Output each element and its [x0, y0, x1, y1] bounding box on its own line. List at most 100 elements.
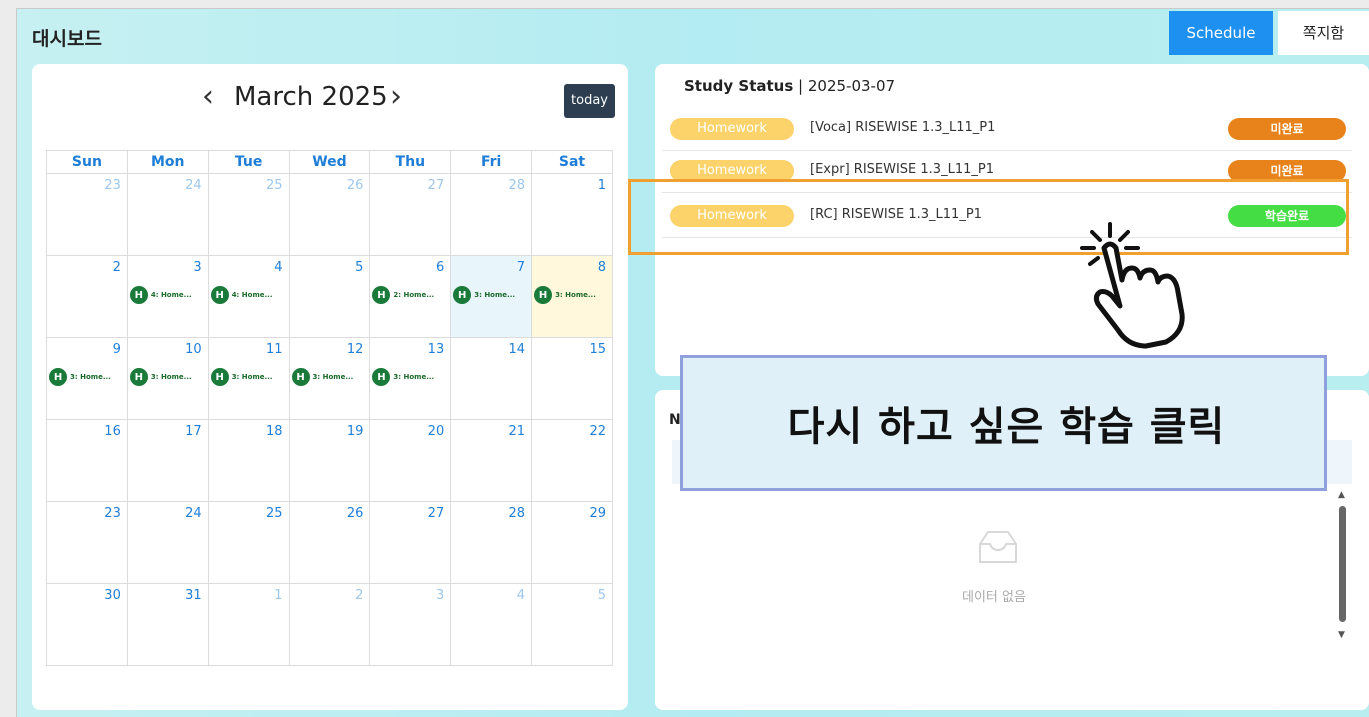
weekday-header: Sat	[531, 150, 613, 174]
day-number: 30	[104, 588, 121, 603]
calendar-day-cell[interactable]: 18	[207, 419, 290, 502]
day-number: 2	[355, 588, 364, 603]
scroll-up-arrow[interactable]: ▲	[1338, 490, 1345, 500]
calendar-event[interactable]: H 3: Home...	[534, 286, 596, 304]
calendar-day-cell[interactable]: 27	[369, 501, 452, 584]
calendar-event[interactable]: H 2: Home...	[372, 286, 434, 304]
calendar-event[interactable]: H 3: Home...	[49, 368, 111, 386]
event-label: 3: Home...	[393, 373, 435, 381]
calendar-day-cell[interactable]: 28	[450, 173, 533, 256]
study-status-separator: |	[793, 77, 808, 95]
calendar-event[interactable]: H 4: Home...	[129, 286, 192, 304]
calendar-event[interactable]: H 3: Home...	[210, 368, 273, 386]
day-number: 23	[104, 506, 121, 521]
day-number: 29	[589, 506, 606, 521]
weekday-header: Sun	[46, 150, 128, 174]
calendar-day-cell[interactable]: 7 H 3: Home...	[450, 255, 533, 338]
calendar-day-cell[interactable]: 26	[288, 173, 371, 256]
day-number: 12	[346, 342, 364, 357]
day-number: 28	[508, 506, 526, 521]
calendar-day-cell[interactable]: 10 H 3: Home...	[126, 337, 209, 420]
day-number: 2	[112, 260, 121, 275]
homework-badge-icon: H	[372, 368, 391, 386]
calendar-day-cell[interactable]: 24	[126, 501, 209, 584]
calendar-event[interactable]: H 3: Home...	[453, 286, 515, 304]
scrollbar-thumb[interactable]	[1339, 506, 1346, 622]
calendar-day-cell[interactable]: 28	[450, 501, 533, 584]
calendar-event[interactable]: H 3: Home...	[291, 368, 353, 386]
calendar-day-cell[interactable]: 22	[531, 419, 613, 502]
calendar-day-cell[interactable]: 2	[46, 255, 128, 338]
schedule-button[interactable]: Schedule	[1169, 11, 1273, 55]
calendar-day-cell[interactable]: 5	[531, 583, 613, 666]
calendar-day-cell[interactable]: 23	[46, 501, 128, 584]
weekday-header: Mon	[126, 150, 209, 174]
calendar-day-cell[interactable]: 27	[369, 173, 452, 256]
day-number: 25	[265, 178, 283, 193]
calendar-week-row: 23 24 25 26 27 28 1	[46, 173, 613, 256]
calendar-day-cell[interactable]: 12 H 3: Home...	[288, 337, 371, 420]
calendar-day-cell[interactable]: 3	[369, 583, 452, 666]
calendar-day-cell[interactable]: 4	[450, 583, 533, 666]
day-number: 4	[516, 588, 526, 603]
calendar-week-row: 9 H 3: Home... 10 H 3: Home... 11 H 3: Home... 12…	[46, 337, 613, 420]
calendar-day-cell[interactable]: 20	[369, 419, 452, 502]
calendar-day-cell[interactable]: 24	[126, 173, 209, 256]
day-number: 26	[346, 178, 364, 193]
day-number: 15	[589, 342, 606, 357]
calendar-day-cell[interactable]: 30	[46, 583, 128, 666]
calendar-day-cell[interactable]: 2	[288, 583, 371, 666]
calendar-day-cell[interactable]: 26	[288, 501, 371, 584]
event-label: 3: Home...	[555, 291, 596, 299]
calendar-day-cell[interactable]: 16	[46, 419, 128, 502]
homework-badge-icon: H	[210, 286, 229, 304]
calendar-event[interactable]: H 3: Home...	[129, 368, 192, 386]
calendar-day-cell[interactable]: 6 H 2: Home...	[369, 255, 452, 338]
pointer-hand-icon	[1080, 222, 1185, 349]
event-label: 3: Home...	[231, 373, 273, 381]
calendar-day-cell[interactable]: 1	[207, 583, 290, 666]
empty-text: 데이터 없음	[962, 590, 1026, 605]
calendar-day-cell[interactable]: 9 H 3: Home...	[46, 337, 128, 420]
day-number: 26	[346, 506, 364, 521]
today-button[interactable]: today	[564, 84, 615, 118]
calendar-day-cell[interactable]: 4 H 4: Home...	[207, 255, 290, 338]
calendar-day-cell[interactable]: 25	[207, 173, 290, 256]
message-box-button[interactable]: 쪽지함	[1278, 11, 1369, 55]
day-number: 17	[185, 424, 202, 439]
calendar-day-cell[interactable]: 23	[46, 173, 128, 256]
study-row[interactable]: Homework [Voca] RISEWISE 1.3_L11_P1 미완료	[662, 108, 1352, 151]
calendar-day-cell[interactable]: 31	[126, 583, 209, 666]
calendar-day-cell[interactable]: 19	[288, 419, 371, 502]
next-month-button[interactable]: ›	[390, 82, 402, 112]
day-number: 24	[185, 178, 202, 193]
calendar-day-cell[interactable]: 8 H 3: Home...	[531, 255, 613, 338]
calendar-day-cell[interactable]: 15	[531, 337, 613, 420]
day-number: 6	[435, 260, 445, 275]
calendar-day-cell[interactable]: 14	[450, 337, 533, 420]
study-title: [Voca] RISEWISE 1.3_L11_P1	[810, 120, 996, 135]
event-label: 2: Home...	[393, 291, 435, 299]
day-number: 14	[508, 342, 526, 357]
weekday-header: Wed	[288, 150, 371, 174]
calendar-day-cell[interactable]: 1	[531, 173, 613, 256]
day-number: 11	[265, 342, 283, 357]
calendar-day-cell[interactable]: 5	[288, 255, 371, 338]
calendar-day-cell[interactable]: 25	[207, 501, 290, 584]
calendar-day-cell[interactable]: 3 H 4: Home...	[126, 255, 209, 338]
study-status-date: 2025-03-07	[807, 77, 896, 95]
event-label: 3: Home...	[474, 291, 516, 299]
study-status-label: Study Status	[684, 77, 794, 95]
day-number: 1	[597, 178, 606, 193]
calendar-day-cell[interactable]: 21	[450, 419, 533, 502]
prev-month-button[interactable]: ‹	[202, 82, 214, 112]
calendar-event[interactable]: H 4: Home...	[210, 286, 272, 304]
calendar-day-cell[interactable]: 29	[531, 501, 613, 584]
calendar-day-cell[interactable]: 11 H 3: Home...	[207, 337, 290, 420]
calendar-day-cell[interactable]: 17	[126, 419, 209, 502]
day-number: 5	[355, 260, 364, 275]
calendar-event[interactable]: H 3: Home...	[372, 368, 434, 386]
instruction-callout: 다시 하고 싶은 학습 클릭	[680, 355, 1327, 491]
scroll-down-arrow[interactable]: ▼	[1338, 630, 1345, 640]
calendar-day-cell[interactable]: 13 H 3: Home...	[369, 337, 452, 420]
